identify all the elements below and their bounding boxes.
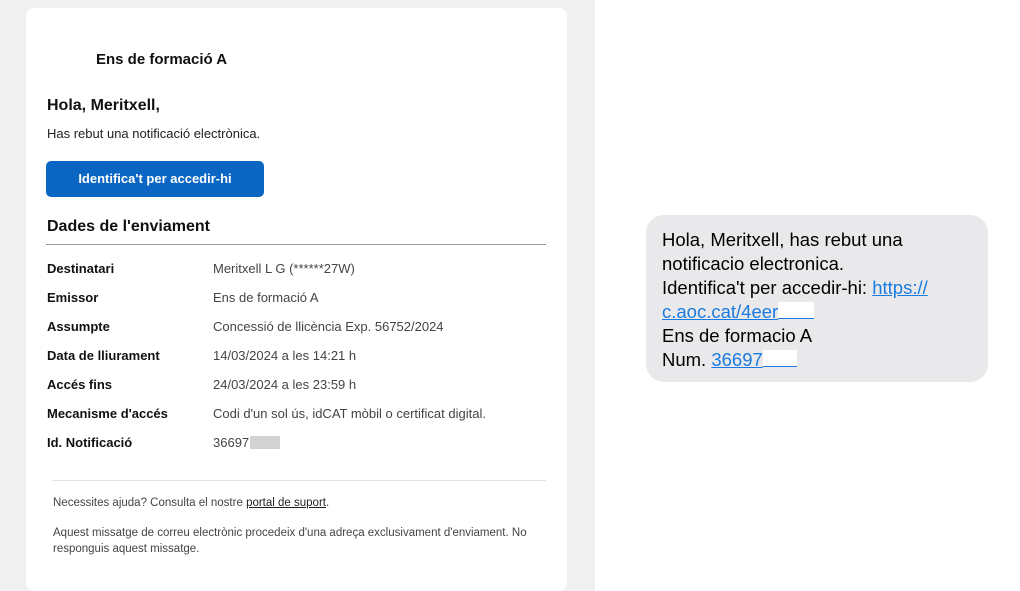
detail-row-recipient: Destinatari Meritxell L G (******27W) (47, 261, 557, 290)
detail-label: Id. Notificació (47, 435, 133, 450)
sms-message: Hola, Meritxell, has rebut una notificac… (662, 228, 982, 372)
sms-num-label: Num. (662, 349, 707, 370)
sms-line: Ens de formacio A (662, 325, 813, 346)
support-portal-link[interactable]: portal de suport (246, 497, 326, 509)
detail-value: 36697 (213, 435, 281, 450)
detail-value: Concessió de llicència Exp. 56752/2024 (213, 319, 444, 334)
sms-url-link[interactable]: https:// (872, 277, 928, 298)
redaction-block (778, 302, 815, 319)
redaction-block (762, 350, 797, 367)
detail-label: Assumpte (47, 319, 110, 334)
detail-row-notification-id: Id. Notificació 36697 (47, 435, 557, 464)
help-text: Necessites ajuda? Consulta el nostre por… (53, 497, 329, 509)
sms-line: notificacio electronica. (662, 253, 845, 274)
footer-divider (52, 480, 546, 481)
sms-line: Num. 36697 (662, 348, 982, 372)
section-divider (46, 244, 546, 245)
sms-line: Identifica't per accedir-hi: https:// (662, 276, 982, 300)
detail-row-delivery-date: Data de lliurament 14/03/2024 a les 14:2… (47, 348, 557, 377)
detail-label: Emissor (47, 290, 99, 305)
greeting: Hola, Meritxell, (47, 97, 160, 114)
identify-access-button[interactable]: Identifica't per accedir-hi (46, 161, 264, 197)
detail-row-subject: Assumpte Concessió de llicència Exp. 567… (47, 319, 557, 348)
section-title: Dades de l'enviament (47, 218, 210, 235)
detail-row-access-until: Accés fins 24/03/2024 a les 23:59 h (47, 377, 557, 406)
detail-value: 24/03/2024 a les 23:59 h (213, 377, 357, 392)
detail-row-access-mechanism: Mecanisme d'accés Codi d'un sol ús, idCA… (47, 406, 557, 435)
sms-line: Hola, Meritxell, has rebut una (662, 229, 903, 250)
email-pane: Ens de formació A Hola, Meritxell, Has r… (0, 0, 595, 591)
redaction-block (250, 436, 281, 449)
sms-line: c.aoc.cat/4eer (662, 300, 982, 324)
sms-num-text: 36697 (711, 349, 763, 370)
help-suffix: . (325, 497, 330, 509)
details-list: Destinatari Meritxell L G (******27W) Em… (47, 261, 557, 464)
sms-url-text: c.aoc.cat/4eer (662, 301, 779, 322)
detail-label: Destinatari (47, 261, 115, 276)
detail-value: 14/03/2024 a les 14:21 h (213, 348, 357, 363)
detail-row-sender: Emissor Ens de formació A (47, 290, 557, 319)
sms-url-link-continued[interactable]: c.aoc.cat/4eer (662, 301, 815, 322)
detail-label: Accés fins (47, 377, 113, 392)
disclaimer-text: Aquest missatge de correu electrònic pro… (53, 527, 527, 555)
help-prefix: Necessites ajuda? Consulta el nostre (53, 497, 243, 509)
detail-value: Meritxell L G (******27W) (213, 261, 355, 276)
detail-value: Ens de formació A (213, 290, 319, 305)
sms-identify-text: Identifica't per accedir-hi: (662, 277, 868, 298)
sender-name: Ens de formació A (96, 51, 228, 68)
detail-label: Data de lliurament (47, 348, 160, 363)
notification-id-text: 36697 (213, 435, 250, 450)
intro-text: Has rebut una notificació electrònica. (47, 126, 261, 141)
sms-num-link[interactable]: 36697 (711, 349, 797, 370)
detail-value: Codi d'un sol ús, idCAT mòbil o certific… (213, 406, 486, 421)
detail-label: Mecanisme d'accés (47, 406, 168, 421)
email-card: Ens de formació A Hola, Meritxell, Has r… (26, 8, 567, 591)
